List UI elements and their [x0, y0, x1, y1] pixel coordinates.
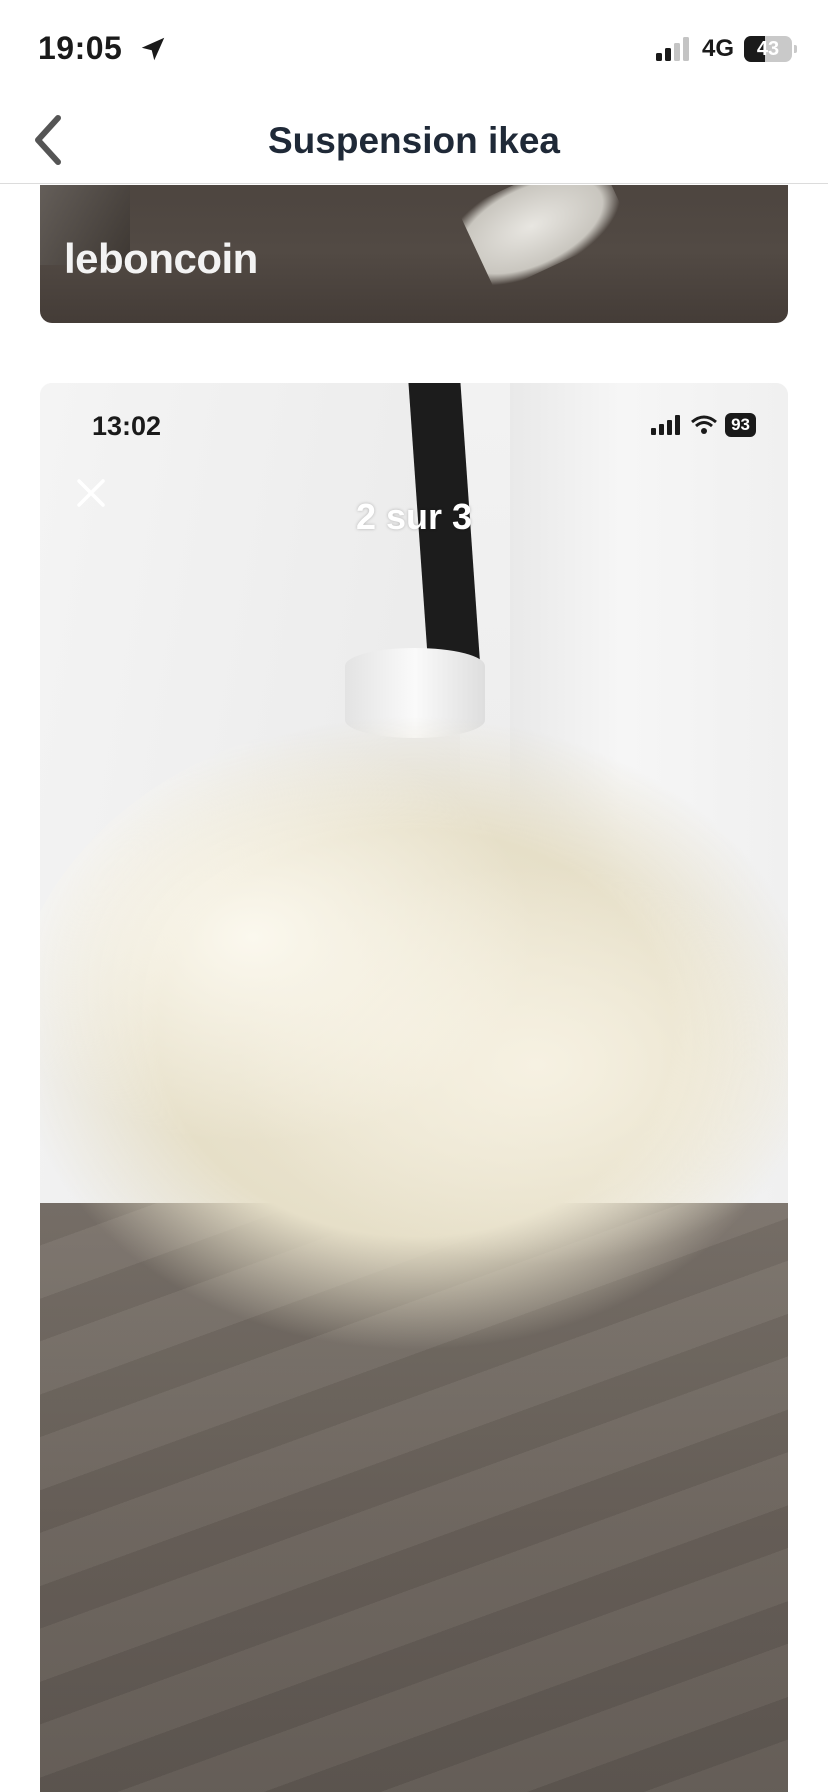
battery-icon: 43	[744, 36, 797, 62]
leboncoin-watermark: leboncoin	[64, 235, 258, 282]
screenshot-status-bar: 13:02 93	[40, 383, 788, 463]
page-title: Suspension ikea	[268, 120, 560, 161]
battery-level: 43	[756, 37, 780, 60]
cellular-signal-icon	[655, 37, 689, 61]
lamp-shade-image	[40, 713, 788, 1353]
screenshot-battery: 93	[725, 413, 756, 437]
photo-counter: 2 sur 3	[355, 496, 473, 537]
network-type: 4G	[701, 35, 734, 62]
status-right: 4G 43	[655, 34, 797, 64]
screenshot-time: 13:02	[92, 411, 162, 441]
status-bar: 19:05 4G 43	[0, 0, 828, 100]
wifi-icon	[691, 415, 718, 434]
photo-feed[interactable]: leboncoin 13:02 93 2 sur 3	[0, 185, 828, 1792]
listing-photo-2[interactable]: 13:02 93 2 sur 3	[40, 383, 788, 1792]
status-time: 19:05	[38, 30, 123, 66]
navigation-bar: Suspension ikea	[0, 100, 828, 184]
listing-photo-1[interactable]: leboncoin	[40, 185, 788, 323]
location-arrow-icon	[141, 37, 165, 61]
cellular-signal-icon	[651, 415, 681, 435]
